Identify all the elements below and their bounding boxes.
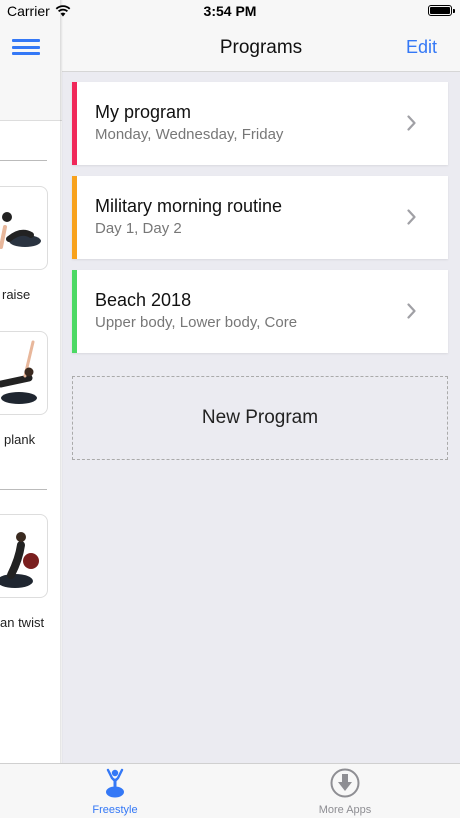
page-title: Programs xyxy=(219,37,303,58)
exercise-label: plank xyxy=(4,432,36,447)
exercise-thumbnail[interactable] xyxy=(0,186,48,270)
program-card[interactable]: Beach 2018 Upper body, Lower body, Core xyxy=(72,270,448,353)
program-color-bar xyxy=(72,82,77,165)
status-time: 3:54 PM xyxy=(203,3,257,19)
exercise-image xyxy=(0,340,37,404)
exercise-thumbnail[interactable] xyxy=(0,331,48,415)
program-subtitle: Monday, Wednesday, Friday xyxy=(95,126,284,143)
figure-ball-icon xyxy=(106,768,124,798)
program-subtitle: Upper body, Lower body, Core xyxy=(95,314,298,331)
tab-freestyle[interactable]: Freestyle xyxy=(65,768,165,816)
tab-more-apps[interactable]: More Apps xyxy=(295,768,395,816)
exercise-image xyxy=(0,212,41,249)
chevron-right-icon xyxy=(407,115,416,131)
status-bar: Carrier 3:54 PM xyxy=(0,0,460,22)
exercise-label: an twist xyxy=(0,615,45,630)
tab-bar: Freestyle More Apps xyxy=(0,763,460,818)
program-card[interactable]: Military morning routine Day 1, Day 2 xyxy=(72,176,448,259)
exercise-image xyxy=(0,532,39,588)
program-title: My program xyxy=(95,102,192,122)
programs-panel: Programs Edit My program Monday, Wednesd… xyxy=(62,0,460,763)
sidebar-divider xyxy=(0,160,47,161)
exercise-sidebar: raise plank an twist xyxy=(0,0,62,763)
chevron-right-icon xyxy=(407,209,416,225)
menu-icon[interactable] xyxy=(12,39,40,55)
program-subtitle: Day 1, Day 2 xyxy=(95,220,182,237)
tab-label: Freestyle xyxy=(92,804,138,816)
tab-label: More Apps xyxy=(318,804,372,816)
edit-button[interactable]: Edit xyxy=(406,37,437,58)
download-circle-icon xyxy=(330,768,360,798)
program-card[interactable]: My program Monday, Wednesday, Friday xyxy=(72,82,448,165)
exercise-thumbnail[interactable] xyxy=(0,514,48,598)
chevron-right-icon xyxy=(407,303,416,319)
program-title: Military morning routine xyxy=(95,196,283,216)
sidebar-divider xyxy=(0,489,47,490)
new-program-label: New Program xyxy=(201,407,319,428)
panel-shadow xyxy=(60,0,63,763)
program-title: Beach 2018 xyxy=(95,290,192,310)
new-program-button[interactable]: New Program xyxy=(72,376,448,460)
battery-icon xyxy=(428,5,455,16)
program-color-bar xyxy=(72,270,77,353)
exercise-label: raise xyxy=(2,287,31,302)
program-color-bar xyxy=(72,176,77,259)
